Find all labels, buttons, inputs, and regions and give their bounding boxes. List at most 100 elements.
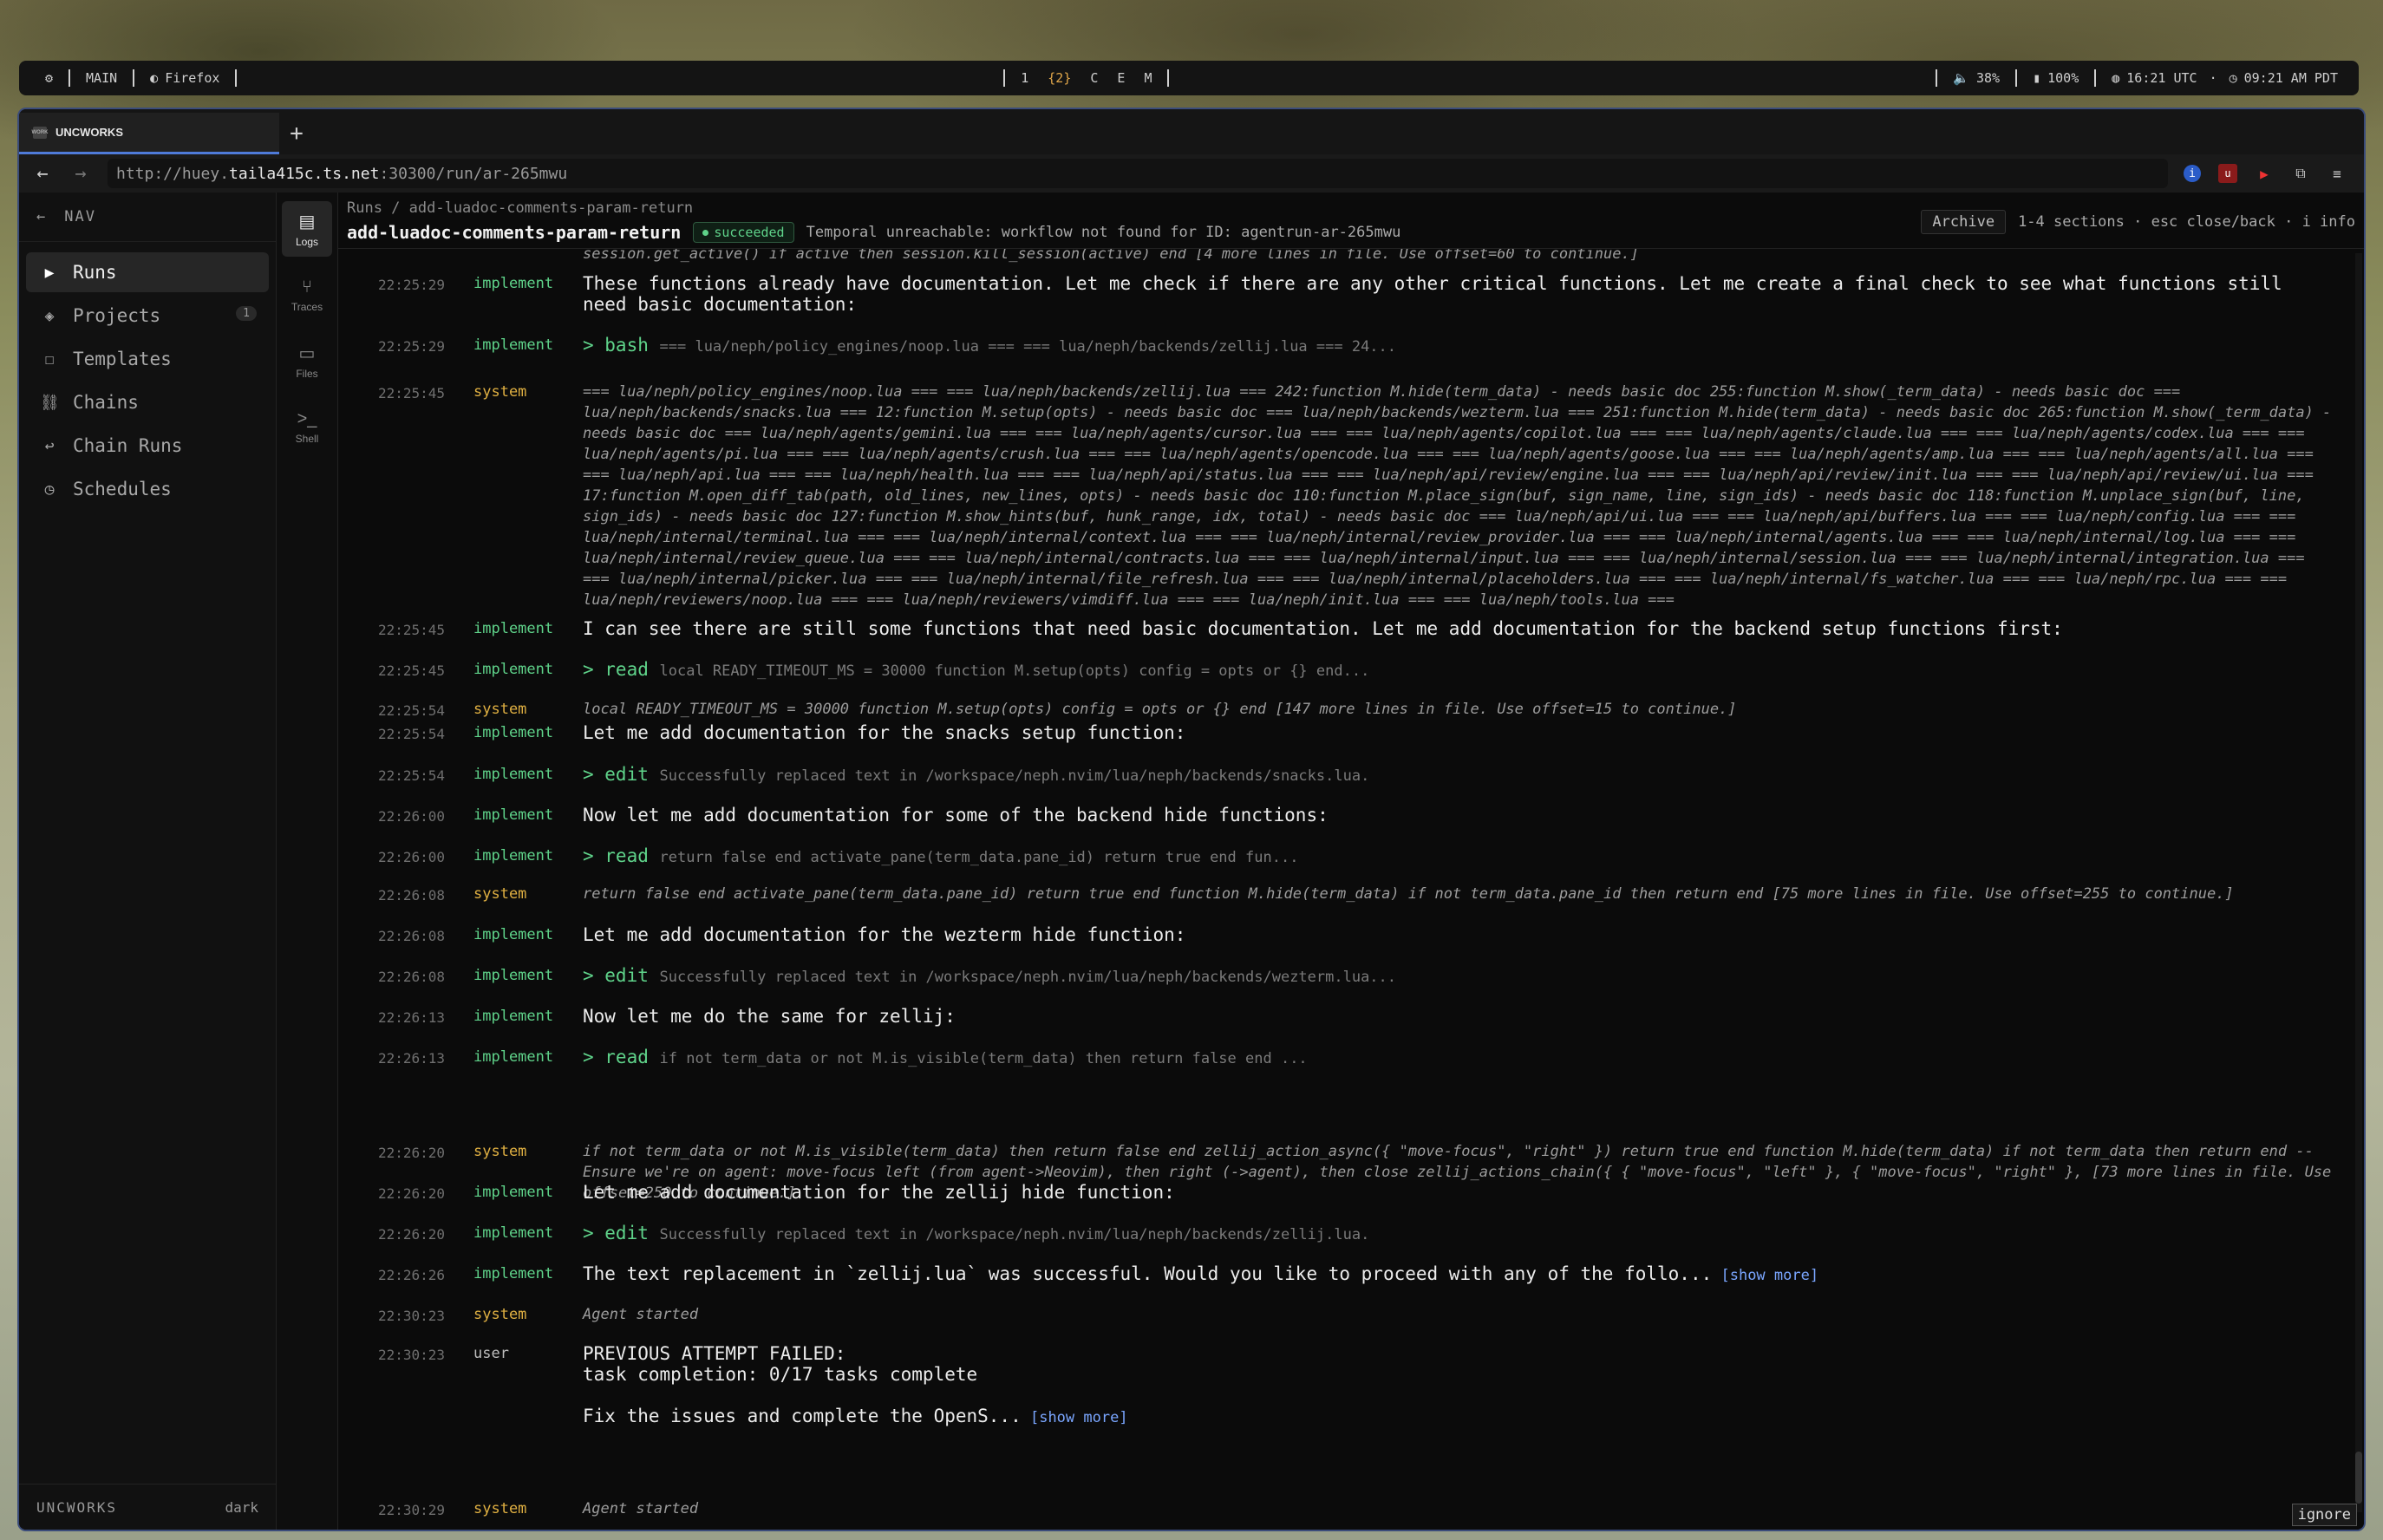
tool-name[interactable]: > read <box>583 1047 649 1067</box>
log-entry: 22:26:13 implement Now let me do the same … <box>338 1006 2352 1027</box>
log-timestamp: 22:30:29 <box>378 1502 446 1518</box>
tool-call: > bash === lua/neph/policy_engines/noop.… <box>583 335 2352 357</box>
agent-message: These functions already have documentati… <box>583 273 2294 315</box>
status-badge: succeeded <box>693 222 794 243</box>
tool-name[interactable]: > read <box>583 845 649 866</box>
terminal-icon: >_ <box>297 408 317 428</box>
log-timestamp: 22:30:23 <box>378 1347 446 1363</box>
sidebar-item-chain-runs[interactable]: ↩ Chain Runs <box>26 426 269 466</box>
back-arrow-icon[interactable]: ← <box>31 163 54 185</box>
log-timestamp: 22:26:00 <box>378 849 446 865</box>
run-header: Runs / add-luadoc-comments-param-return … <box>338 192 2364 249</box>
hamburger-menu-icon[interactable]: ≡ <box>2328 164 2347 183</box>
scrollbar-thumb[interactable] <box>2355 1452 2362 1504</box>
diamond-icon: ◈ <box>44 306 55 325</box>
log-entry: 22:26:00 implement Now let me add document… <box>338 805 2352 825</box>
firefox-icon: ◐ <box>150 70 159 86</box>
ignore-button[interactable]: ignore <box>2291 1504 2357 1526</box>
tool-name[interactable]: > read <box>583 659 649 680</box>
workspace-main[interactable]: MAIN <box>86 70 117 86</box>
log-timestamp: 22:25:29 <box>378 277 446 293</box>
log-timestamp: 22:25:45 <box>378 622 446 638</box>
sidebar-item-schedules[interactable]: ◷ Schedules <box>26 469 269 509</box>
extensions-puzzle-icon[interactable]: ⧉ <box>2291 164 2310 183</box>
sidebar-item-runs[interactable]: ▶ Runs <box>26 252 269 292</box>
new-tab-button[interactable]: + <box>279 113 314 154</box>
scrollbar[interactable] <box>2355 253 2362 1512</box>
volume-indicator[interactable]: 🔈 38% <box>1953 70 2000 86</box>
show-more-link[interactable]: [show more] <box>1022 1409 1128 1426</box>
tool-name[interactable]: > edit <box>583 1223 649 1243</box>
play-icon: ▶ <box>44 263 55 282</box>
log-entry: 22:26:20 implement > edit Successfully rep… <box>338 1223 2352 1245</box>
log-role: implement <box>473 806 554 824</box>
log-role: implement <box>473 766 554 783</box>
log-entry: 22:25:29 implement These functions already… <box>338 273 2352 315</box>
workspace-switcher[interactable]: 1 {2} C E M <box>1021 70 1152 86</box>
forward-arrow-icon[interactable]: → <box>69 163 92 185</box>
address-bar[interactable]: http://huey. taila415c.ts.net:30300/run/a… <box>108 159 2168 188</box>
tool-name[interactable]: > edit <box>583 764 649 785</box>
workspace-2[interactable]: {2} <box>1048 70 1071 86</box>
chain-icon: ⛓ <box>40 393 60 412</box>
log-stream[interactable]: session.get_active() if active then sess… <box>338 249 2352 1530</box>
nav-header[interactable]: ← NAV <box>19 192 276 242</box>
log-entry: 22:26:08 implement Let me add documentatio… <box>338 924 2352 945</box>
tool-call: > edit Successfully replaced text in /wo… <box>583 764 2352 786</box>
sidebar-footer: UNCWORKS dark <box>19 1484 276 1530</box>
agent-message: The text replacement in `zellij.lua` was… <box>583 1263 1819 1284</box>
sidebar-item-projects[interactable]: ◈ Projects 1 <box>26 296 269 336</box>
workspace-1[interactable]: 1 <box>1021 70 1028 86</box>
log-timestamp: 22:25:54 <box>378 767 446 784</box>
log-timestamp: 22:25:45 <box>378 385 446 401</box>
sidebar-item-chains[interactable]: ⛓ Chains <box>26 382 269 422</box>
archive-button[interactable]: Archive <box>1921 210 2007 234</box>
favicon-icon: WORK <box>32 126 49 139</box>
workspace-e[interactable]: E <box>1117 70 1125 86</box>
tool-summary: Successfully replaced text in /workspace… <box>659 969 1397 986</box>
tab-logs[interactable]: ▤ Logs <box>282 201 332 257</box>
tool-summary: === lua/neph/policy_engines/noop.lua ===… <box>659 338 1397 356</box>
tool-call: > read return false end activate_pane(te… <box>583 845 2352 868</box>
workspace-m[interactable]: M <box>1144 70 1152 86</box>
show-more-link[interactable]: [show more] <box>1712 1267 1818 1284</box>
log-timestamp: 22:26:08 <box>378 887 446 904</box>
workspace-c[interactable]: C <box>1090 70 1098 86</box>
log-entry: 22:25:45 implement > read local READY_TIME… <box>338 659 2352 682</box>
log-timestamp: 22:25:45 <box>378 662 446 679</box>
active-window[interactable]: ◐ Firefox <box>150 70 219 86</box>
log-role: system <box>473 383 527 401</box>
tab-strip: WORK UNCWORKS + <box>19 109 2364 154</box>
tab-traces[interactable]: ⑂ Traces <box>282 267 332 323</box>
password-manager-icon[interactable]: i <box>2184 165 2201 182</box>
log-role: system <box>473 1306 527 1323</box>
agent-message: Let me add documentation for the wezterm… <box>583 924 1186 945</box>
agent-message: I can see there are still some functions… <box>583 618 2063 639</box>
theme-toggle[interactable]: dark <box>225 1499 258 1516</box>
log-timestamp: 22:26:08 <box>378 928 446 944</box>
app-root: ← NAV ▶ Runs ◈ Projects 1 ☐ Templates ⛓ … <box>19 192 2364 1530</box>
tool-call: > read if not term_data or not M.is_visi… <box>583 1047 2352 1069</box>
system-message: Agent started <box>583 1306 699 1323</box>
tab-shell[interactable]: >_ Shell <box>282 399 332 454</box>
ublock-icon[interactable]: u <box>2218 164 2237 183</box>
back-arrow-icon[interactable]: ← <box>36 208 47 225</box>
settings-icon[interactable]: ⚙ <box>45 70 53 86</box>
log-entry: 22:25:54 implement Let me add documentatio… <box>338 722 2352 743</box>
log-cutoff-line: session.get_active() if active then sess… <box>583 249 1639 263</box>
tool-name[interactable]: > edit <box>583 965 649 986</box>
logs-icon: ▤ <box>298 212 316 232</box>
log-role: implement <box>473 1048 554 1066</box>
nav-list: ▶ Runs ◈ Projects 1 ☐ Templates ⛓ Chains <box>19 242 276 523</box>
youtube-icon[interactable]: ▶ <box>2255 164 2274 183</box>
sidebar-item-templates[interactable]: ☐ Templates <box>26 339 269 379</box>
log-entry: 22:30:23 system Agent started <box>338 1304 2352 1325</box>
log-timestamp: 22:26:00 <box>378 808 446 825</box>
tab-files[interactable]: ▭ Files <box>282 333 332 388</box>
tool-name[interactable]: > bash <box>583 335 649 356</box>
log-entry: 22:25:54 system local READY_TIMEOUT_MS = 3… <box>338 699 2352 720</box>
agent-message: Let me add documentation for the zellij … <box>583 1182 1175 1203</box>
tab-uncworks[interactable]: WORK UNCWORKS <box>19 113 279 154</box>
system-message: local READY_TIMEOUT_MS = 30000 function … <box>583 701 1737 718</box>
log-role: implement <box>473 967 554 984</box>
